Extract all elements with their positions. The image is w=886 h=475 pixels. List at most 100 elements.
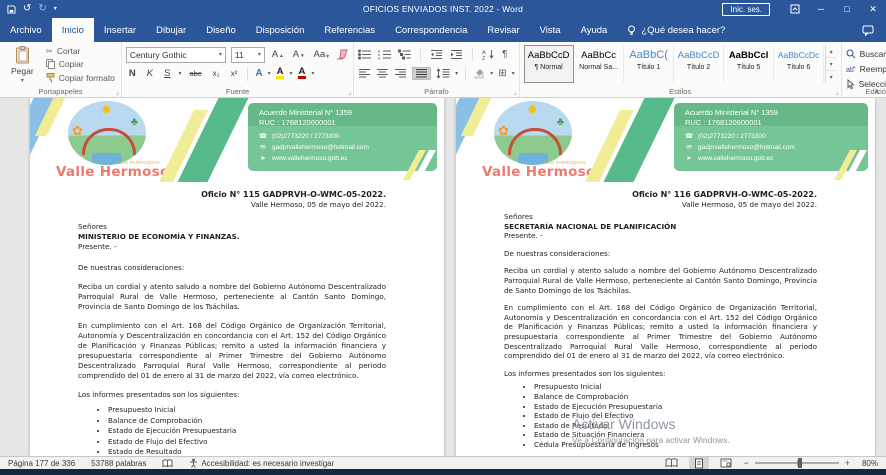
style-normal[interactable]: AaBbCcD ¶ Normal (524, 45, 574, 83)
subscript-button[interactable]: x₂ (210, 68, 223, 79)
align-center-icon[interactable] (376, 68, 389, 79)
bullets-icon[interactable] (358, 49, 371, 60)
tell-me-box[interactable]: ¿Qué desea hacer? (617, 18, 735, 42)
format-painter-button[interactable]: Copiar formato (44, 72, 117, 84)
justify-button[interactable] (412, 67, 431, 80)
increase-indent-icon[interactable] (450, 49, 463, 60)
style-titulo-6[interactable]: AaBbCcDc Título 6 (774, 45, 824, 83)
bold-button[interactable]: N (126, 67, 139, 80)
change-case-button[interactable]: Aa▾ (312, 48, 332, 61)
font-family-combo[interactable]: Century Gothic ▾ (126, 47, 226, 63)
shrink-font-button[interactable]: A▼ (291, 48, 307, 61)
oficio-date: Valle Hermoso, 05 de mayo del 2022. (504, 200, 817, 210)
list-intro: Los informes presentados son los siguien… (504, 369, 817, 379)
zoom-slider[interactable] (755, 462, 839, 464)
borders-caret-icon: ▾ (512, 71, 515, 77)
print-layout-button[interactable] (689, 457, 709, 469)
align-right-icon[interactable] (394, 68, 407, 79)
web-layout-button[interactable] (715, 457, 737, 469)
collapse-ribbon-icon[interactable]: ∧ (874, 87, 880, 96)
close-button[interactable]: ✕ (860, 0, 886, 18)
zoom-slider-thumb[interactable] (798, 458, 802, 468)
ribbon-display-options-button[interactable] (782, 0, 808, 18)
tab-insertar[interactable]: Insertar (94, 18, 146, 42)
save-icon[interactable] (7, 5, 16, 14)
justify-icon (415, 68, 428, 79)
underline-caret-icon[interactable]: ▾ (178, 71, 181, 77)
list-item: Balance de Comprobación (108, 416, 386, 427)
ruc-line: RUC : 1768120600001 (259, 118, 429, 128)
gad-logo: ✹ ✿ ♣ Valle Hermoso GAD PARROQUIAL (56, 100, 176, 182)
underline-button[interactable]: S (161, 67, 173, 80)
undo-icon[interactable]: ↺ (23, 4, 31, 14)
zoom-level[interactable]: 80% (856, 459, 878, 468)
estilos-dialog-launcher-icon[interactable]: ⌟ (835, 88, 838, 96)
tab-inicio[interactable]: Inicio (52, 18, 94, 42)
superscript-button[interactable]: x² (228, 68, 241, 79)
style-titulo-1[interactable]: AaBbC( Título 1 (624, 45, 674, 83)
proofing-status[interactable] (154, 457, 181, 469)
portapapeles-dialog-launcher-icon[interactable]: ⌟ (116, 88, 119, 96)
style-titulo-2[interactable]: AaBbCcD Título 2 (674, 45, 724, 83)
tab-disposicion[interactable]: Disposición (246, 18, 315, 42)
tab-correspondencia[interactable]: Correspondencia (385, 18, 477, 42)
font-color-button[interactable]: A (298, 68, 307, 79)
styles-scroll-down-icon[interactable]: ▾ (826, 58, 837, 71)
borders-button[interactable]: ⊞ (498, 69, 506, 79)
align-left-icon[interactable] (358, 68, 371, 79)
line-spacing-caret-icon: ▾ (455, 71, 458, 77)
tab-dibujar[interactable]: Dibujar (146, 18, 196, 42)
style-normal-sangria[interactable]: AaBbCc Normal Sa... (574, 45, 624, 83)
tab-ayuda[interactable]: Ayuda (571, 18, 618, 42)
salutation: Señores (78, 222, 386, 232)
comments-button[interactable] (862, 18, 886, 42)
find-button[interactable]: Buscar ▾ (846, 47, 886, 60)
shading-icon[interactable] (473, 68, 485, 79)
show-marks-button[interactable]: ¶ (502, 49, 507, 60)
fuente-dialog-launcher-icon[interactable]: ⌟ (348, 88, 351, 96)
document-page-2[interactable]: ✹ ✿ ♣ Valle Hermoso GAD PARROQUIAL Acuer… (456, 98, 875, 456)
tab-referencias[interactable]: Referencias (314, 18, 385, 42)
tab-diseno[interactable]: Diseño (196, 18, 246, 42)
sun-icon: ✹ (527, 103, 538, 116)
strikethrough-button[interactable]: abc (186, 68, 204, 79)
styles-scroll-up-icon[interactable]: ▴ (826, 45, 837, 58)
brand-subtitle: GAD PARROQUIAL (544, 160, 587, 165)
tab-archivo[interactable]: Archivo (0, 18, 52, 42)
copy-button[interactable]: Copiar (44, 58, 117, 70)
highlight-color-button[interactable]: A (276, 68, 285, 79)
numbering-icon[interactable] (378, 49, 391, 60)
word-count[interactable]: 53788 palabras (83, 457, 154, 469)
restore-button[interactable]: □ (834, 0, 860, 18)
tab-revisar[interactable]: Revisar (477, 18, 529, 42)
clear-formatting-icon[interactable] (336, 49, 349, 60)
sign-in-button[interactable]: Inic. ses. (722, 3, 770, 16)
paste-button[interactable]: Pegar ▾ (4, 45, 41, 84)
line-spacing-icon[interactable] (436, 68, 450, 79)
minimize-button[interactable]: ─ (808, 0, 834, 18)
sort-icon[interactable]: AZ (482, 49, 495, 60)
zoom-in-button[interactable]: + (845, 458, 850, 468)
replace-icon: ab (846, 64, 856, 74)
acuerdo-line: Acuerdo Ministerial N° 1359 (685, 108, 860, 118)
replace-button[interactable]: ab Reemplazar (846, 62, 886, 75)
styles-more-icon[interactable]: ▾ (826, 71, 837, 83)
italic-button[interactable]: K (144, 67, 156, 80)
oficio-date: Valle Hermoso, 05 de mayo del 2022. (78, 200, 386, 210)
parrafo-dialog-launcher-icon[interactable]: ⌟ (513, 88, 516, 96)
cut-button[interactable]: ✂ Cortar (44, 45, 117, 57)
document-page-1[interactable]: ✹ ✿ ♣ Valle Hermoso GAD PARROQUIAL Acuer… (30, 98, 444, 456)
zoom-out-button[interactable]: − (743, 458, 748, 468)
style-titulo-5[interactable]: AaBbCcl Título 5 (724, 45, 774, 83)
customize-qat-caret-icon[interactable]: ▾ (54, 4, 57, 14)
multilevel-list-icon[interactable] (398, 49, 411, 60)
grow-font-button[interactable]: A▲ (270, 48, 286, 61)
decrease-indent-icon[interactable] (430, 49, 443, 60)
read-mode-button[interactable] (660, 457, 683, 469)
font-size-combo[interactable]: 11 ▾ (231, 47, 265, 63)
text-effects-button[interactable]: A (255, 68, 262, 79)
page-indicator[interactable]: Página 177 de 336 (0, 457, 83, 469)
redo-icon[interactable]: ↻ (38, 4, 46, 14)
accessibility-status[interactable]: Accesibilidad: es necesario investigar (181, 457, 342, 469)
tab-vista[interactable]: Vista (530, 18, 571, 42)
